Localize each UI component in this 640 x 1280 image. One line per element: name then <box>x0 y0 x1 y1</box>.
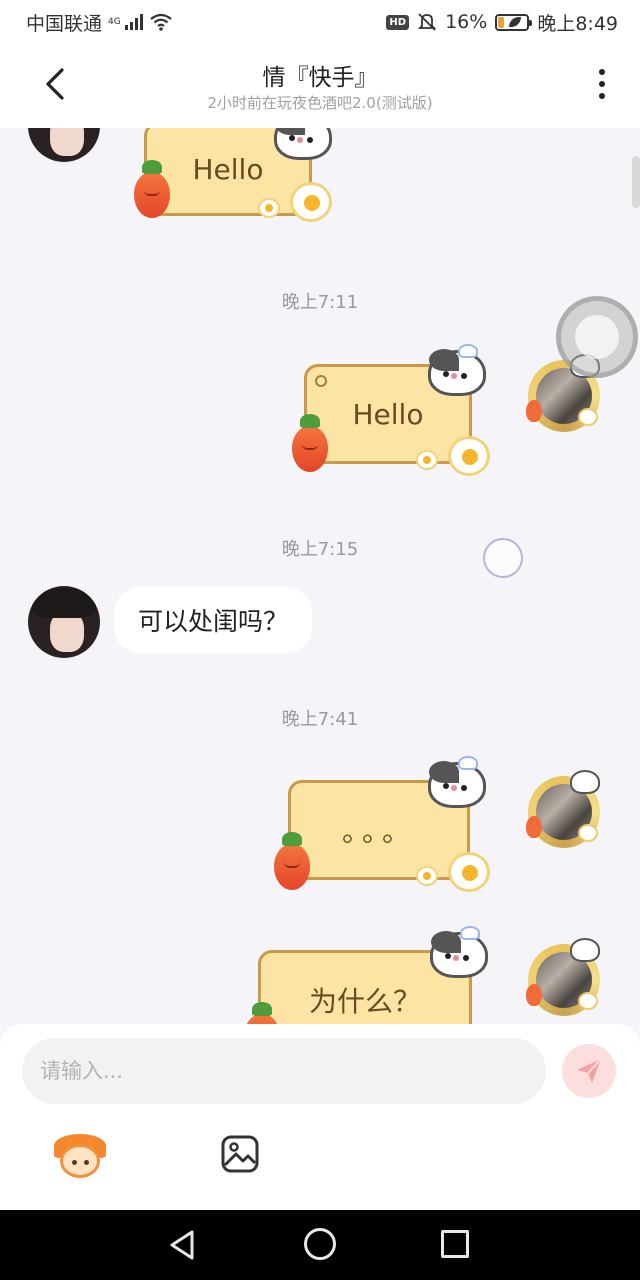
nav-home-button[interactable] <box>304 1228 336 1260</box>
image-button[interactable] <box>220 1134 260 1174</box>
input-panel <box>0 1024 640 1210</box>
more-options-button[interactable] <box>588 62 616 106</box>
paper-plane-icon <box>577 1058 602 1083</box>
chef-hat-icon <box>458 344 478 358</box>
small-egg-icon <box>416 450 438 470</box>
battery-percent: 16% <box>445 11 488 33</box>
message-timestamp: 晚上7:11 <box>281 292 359 313</box>
chat-subtitle: 2小时前在玩夜色酒吧2.0(测试版) <box>207 94 433 112</box>
status-right: HD 16% 晚上8:49 <box>386 9 618 36</box>
carrier-name: 中国联通 <box>26 12 103 35</box>
small-egg-icon <box>258 198 280 218</box>
cat-sticker-icon <box>430 931 488 978</box>
message-timestamp: 晚上7:41 <box>281 709 359 730</box>
fried-egg-icon <box>448 852 490 892</box>
touch-indicator <box>483 538 523 578</box>
clock: 晚上8:49 <box>537 12 618 35</box>
chat-title: 情『快手』 <box>262 65 378 91</box>
nav-recents-button[interactable] <box>441 1230 469 1258</box>
fried-egg-icon <box>448 436 490 476</box>
contact-avatar[interactable] <box>28 586 100 658</box>
network-type: 4G <box>108 17 121 27</box>
status-bar: 中国联通 4G HD 16% 晚上8:49 <box>0 0 640 44</box>
cat-sticker-icon <box>274 128 332 160</box>
status-left: 中国联通 4G <box>26 9 173 36</box>
fried-egg-icon <box>290 182 332 222</box>
cat-sticker-icon <box>428 349 486 396</box>
floating-assistive-ball[interactable] <box>556 296 638 378</box>
triangle-back-icon <box>170 1230 194 1260</box>
scrollbar[interactable] <box>632 156 640 208</box>
contact-avatar[interactable] <box>28 128 100 162</box>
hd-badge: HD <box>386 14 410 30</box>
message-input[interactable] <box>22 1038 546 1104</box>
system-nav-bar <box>0 1210 640 1280</box>
carrot-icon <box>134 160 170 218</box>
chat-header: 情『快手』 2小时前在玩夜色酒吧2.0(测试版) <box>0 44 640 128</box>
send-button[interactable] <box>562 1044 616 1098</box>
message-timestamp: 晚上7:15 <box>281 539 359 560</box>
message-list[interactable]: Hello 晚上7:11 Hello 晚上7:15 可以处闺吗？ 晚上7:41 … <box>0 128 640 1024</box>
small-egg-icon <box>416 866 438 886</box>
cat-sticker-icon <box>428 761 486 808</box>
my-avatar[interactable] <box>524 770 604 850</box>
chef-hat-icon <box>460 926 480 940</box>
my-avatar[interactable] <box>524 938 604 1018</box>
more-vertical-icon <box>599 69 605 75</box>
text-message-bubble[interactable]: 可以处闺吗？ <box>114 587 313 653</box>
nav-back-button[interactable] <box>166 1228 200 1262</box>
wifi-icon <box>150 13 172 31</box>
battery-icon <box>495 13 533 31</box>
mute-bell-icon <box>417 13 437 31</box>
image-icon <box>221 1135 259 1173</box>
signal-icon <box>124 14 143 30</box>
carrot-icon <box>274 832 310 890</box>
emoji-button[interactable] <box>54 1132 106 1182</box>
chef-hat-icon <box>458 756 478 770</box>
carrot-icon <box>292 414 328 472</box>
